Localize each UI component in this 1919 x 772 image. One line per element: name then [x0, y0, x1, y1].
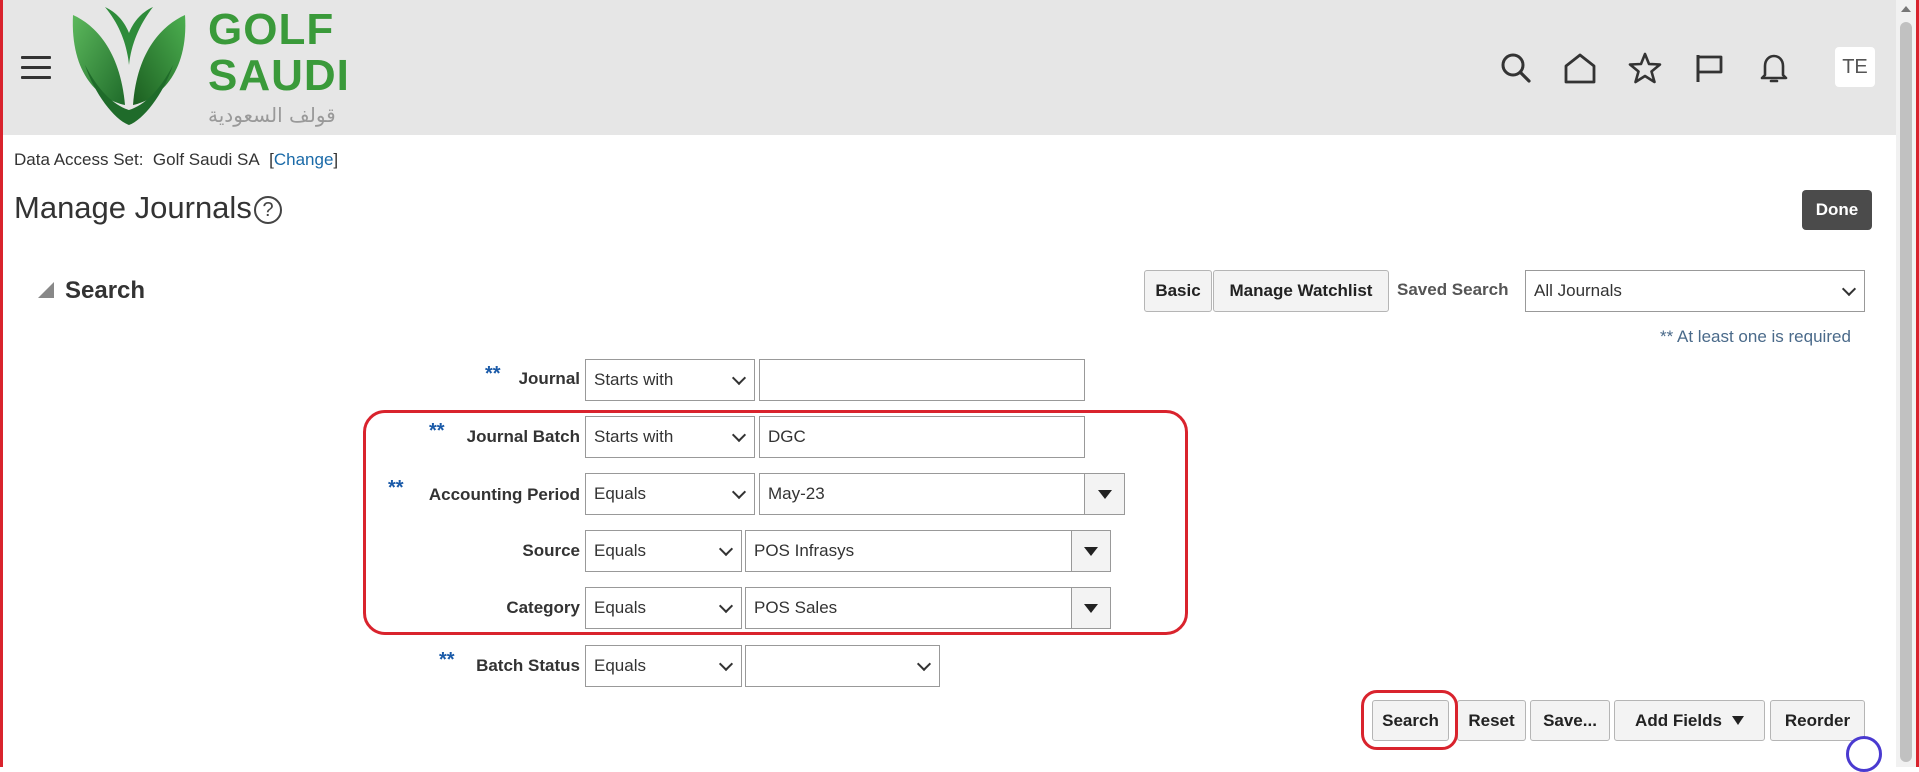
done-button[interactable]: Done [1802, 190, 1872, 230]
scrollbar-thumb[interactable] [1900, 22, 1912, 762]
journal-label: Journal [518, 369, 580, 388]
add-fields-button[interactable]: Add Fields [1614, 700, 1765, 741]
journal-operator-value: Starts with [594, 370, 674, 389]
search-icon[interactable] [1496, 48, 1536, 88]
logo-arabic-text: قولف السعودية [208, 103, 336, 127]
page-scrollbar[interactable] [1896, 0, 1916, 767]
batch-status-value-select[interactable] [745, 645, 940, 687]
batch-status-label: Batch Status [476, 656, 580, 675]
global-header: GOLF SAUDI قولف السعودية TE [3, 0, 1896, 135]
logo-leaves-icon [72, 7, 186, 125]
search-section-heading: Search [65, 277, 146, 304]
help-icon[interactable]: ? [254, 196, 282, 224]
annotation-highlight-search-button [1361, 690, 1458, 750]
change-data-access-link[interactable]: Change [274, 150, 334, 169]
data-access-set: Data Access Set: Golf Saudi SA [Change] [14, 150, 339, 169]
chevron-down-icon [731, 370, 747, 386]
user-avatar[interactable]: TE [1835, 47, 1875, 87]
annotation-highlight-fields [363, 410, 1188, 635]
batch-status-operator-value: Equals [594, 656, 646, 675]
add-fields-label: Add Fields [1635, 710, 1722, 730]
chevron-down-icon [916, 656, 932, 672]
reorder-button[interactable]: Reorder [1770, 700, 1865, 741]
saved-search-label: Saved Search [1397, 280, 1509, 299]
chevron-down-icon [1841, 281, 1857, 297]
golf-saudi-logo[interactable]: GOLF SAUDI قولف السعودية [65, 5, 385, 130]
saved-search-select[interactable]: All Journals [1525, 270, 1865, 312]
flag-icon[interactable] [1689, 48, 1729, 88]
batch-status-operator-select[interactable]: Equals [585, 645, 742, 687]
journal-input[interactable] [759, 359, 1085, 401]
notifications-bell-icon[interactable] [1754, 48, 1794, 88]
favorites-star-icon[interactable] [1625, 48, 1665, 88]
collapse-search-icon[interactable] [38, 282, 54, 298]
menu-icon[interactable] [21, 56, 51, 80]
data-access-set-label: Data Access Set: [14, 150, 144, 169]
page-title: Manage Journals [14, 190, 252, 225]
manage-watchlist-button[interactable]: Manage Watchlist [1213, 270, 1389, 312]
reset-button[interactable]: Reset [1457, 700, 1526, 741]
home-icon[interactable] [1560, 48, 1600, 88]
scroll-up-arrow-icon[interactable] [1901, 6, 1911, 12]
required-note: ** At least one is required [1660, 327, 1851, 346]
dropdown-arrow-icon [1731, 716, 1744, 725]
data-access-set-value: Golf Saudi SA [152, 150, 260, 169]
logo-wordmark: GOLF SAUDI [208, 5, 350, 100]
save-button[interactable]: Save... [1530, 700, 1610, 741]
chevron-down-icon [718, 656, 734, 672]
journal-operator-select[interactable]: Starts with [585, 359, 755, 401]
basic-search-button[interactable]: Basic [1144, 270, 1212, 312]
saved-search-value: All Journals [1534, 281, 1622, 300]
